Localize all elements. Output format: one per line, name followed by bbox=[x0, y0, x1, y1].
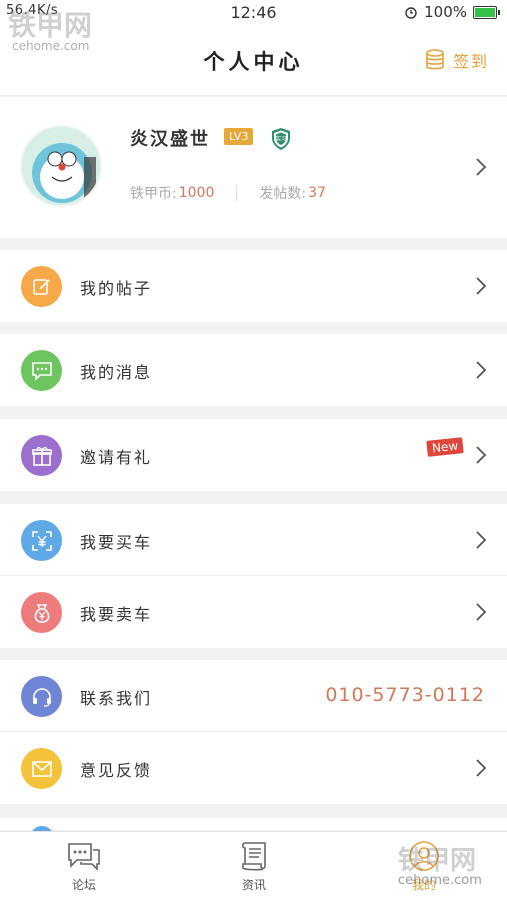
tab-news-label: 资讯 bbox=[241, 878, 266, 892]
money-bag-icon bbox=[21, 592, 62, 633]
avatar[interactable] bbox=[20, 125, 102, 207]
menu-label-my-messages: 我的消息 bbox=[80, 363, 153, 382]
coins-label: 铁甲币: bbox=[130, 186, 177, 202]
edit-icon bbox=[21, 266, 62, 307]
chevron-right-icon bbox=[476, 361, 487, 379]
mail-icon bbox=[21, 748, 62, 789]
coins-value: 1000 bbox=[178, 185, 215, 201]
status-bar: 56.4K/s 12:46 100% bbox=[0, 0, 507, 24]
menu-item-buy-car[interactable]: 我要买车 bbox=[0, 504, 507, 576]
user-icon bbox=[409, 841, 439, 871]
new-badge: New bbox=[426, 437, 464, 457]
profile-card[interactable]: 炎汉盛世 LV3 实习 铁甲币: 1000 发帖数: 37 bbox=[0, 97, 507, 238]
menu-label-contact: 联系我们 bbox=[80, 689, 153, 708]
chevron-right-icon bbox=[476, 759, 487, 777]
posts-value: 37 bbox=[308, 185, 326, 201]
profile-stats: 铁甲币: 1000 发帖数: 37 bbox=[130, 183, 326, 203]
posts-label: 发帖数: bbox=[259, 186, 307, 202]
scroll-icon bbox=[241, 842, 266, 871]
menu-item-partial[interactable] bbox=[0, 818, 507, 850]
tab-forum[interactable]: 论坛 bbox=[44, 840, 124, 893]
tab-mine-label: 我的 bbox=[411, 878, 436, 892]
headset-icon bbox=[21, 676, 62, 717]
intern-badge-text: 实习 bbox=[275, 135, 286, 143]
chevron-right-icon bbox=[476, 446, 487, 464]
menu-item-my-posts[interactable]: 我的帖子 bbox=[0, 250, 507, 322]
message-icon bbox=[21, 350, 62, 391]
stats-divider bbox=[236, 185, 238, 201]
battery-icon bbox=[473, 5, 500, 19]
menu-item-sell-car[interactable]: 我要卖车 bbox=[0, 576, 507, 648]
menu-label-feedback: 意见反馈 bbox=[80, 761, 153, 780]
scan-price-icon bbox=[21, 520, 62, 561]
menu-item-invite[interactable]: 邀请有礼 New bbox=[0, 419, 507, 491]
menu-item-contact[interactable]: 联系我们 010-5773-0112 bbox=[0, 660, 507, 732]
chevron-right-icon bbox=[476, 531, 487, 549]
tab-bar: 论坛 资讯 我的 bbox=[0, 831, 507, 900]
chevron-right-icon bbox=[476, 277, 487, 295]
checkin-label: 签到 bbox=[452, 52, 489, 71]
menu-label-sell-car: 我要卖车 bbox=[80, 605, 153, 624]
coin-stack-icon bbox=[426, 49, 444, 70]
gift-icon bbox=[21, 435, 62, 476]
battery-percent: 100% bbox=[424, 3, 467, 21]
level-badge: LV3 bbox=[224, 128, 254, 145]
alarm-icon bbox=[405, 7, 417, 19]
intern-badge-icon: 实习 bbox=[272, 128, 290, 150]
menu-label-invite: 邀请有礼 bbox=[80, 448, 153, 467]
chat-bubbles-icon bbox=[68, 843, 100, 871]
chevron-right-icon bbox=[476, 158, 487, 176]
checkin-button[interactable]: 签到 bbox=[425, 48, 489, 72]
menu-item-my-messages[interactable]: 我的消息 bbox=[0, 334, 507, 406]
chevron-right-icon bbox=[476, 603, 487, 621]
menu-label-buy-car: 我要买车 bbox=[80, 533, 153, 552]
menu-label-my-posts: 我的帖子 bbox=[80, 279, 153, 298]
battery-status: 100% bbox=[404, 3, 500, 21]
contact-phone[interactable]: 010-5773-0112 bbox=[325, 684, 485, 706]
page-header: 个人中心 签到 bbox=[0, 24, 507, 96]
tab-news[interactable]: 资讯 bbox=[214, 840, 294, 893]
tab-forum-label: 论坛 bbox=[71, 878, 96, 892]
username: 炎汉盛世 bbox=[130, 129, 210, 150]
tab-mine[interactable]: 我的 bbox=[384, 840, 464, 893]
menu-item-feedback[interactable]: 意见反馈 bbox=[0, 732, 507, 804]
